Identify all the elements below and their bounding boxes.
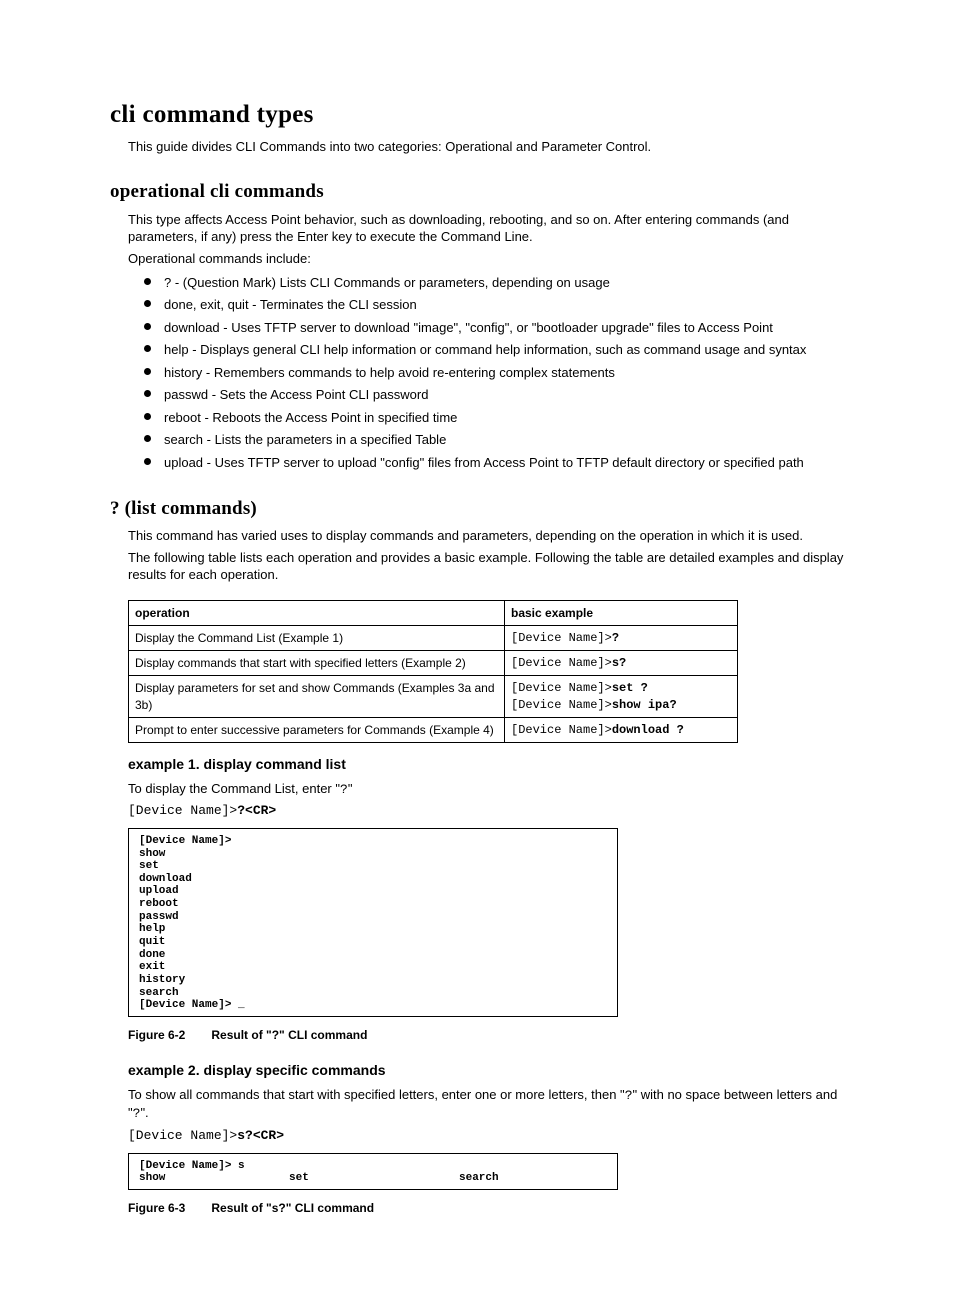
example2-terminal: [Device Name]> s show set search	[128, 1153, 618, 1190]
example2-terminal-row: show set search	[139, 1172, 607, 1185]
intro-paragraph: This guide divides CLI Commands into two…	[128, 138, 844, 156]
example2-terminal-line1: [Device Name]> s	[139, 1160, 607, 1173]
list-item: history - Remembers commands to help avo…	[144, 364, 844, 382]
table-header-operation: operation	[129, 600, 505, 625]
operational-list: ? - (Question Mark) Lists CLI Commands o…	[128, 274, 844, 472]
table-row: Display the Command List (Example 1) [De…	[129, 625, 738, 650]
example2-p1: To show all commands that start with spe…	[128, 1086, 844, 1123]
list-item: help - Displays general CLI help informa…	[144, 341, 844, 359]
table-cell-operation: Display parameters for set and show Comm…	[129, 676, 505, 717]
list-item: done, exit, quit - Terminates the CLI se…	[144, 296, 844, 314]
operational-p1: This type affects Access Point behavior,…	[128, 211, 844, 246]
example1-terminal: [Device Name]> show set download upload …	[128, 828, 618, 1017]
list-item: reboot - Reboots the Access Point in spe…	[144, 409, 844, 427]
list-item: search - Lists the parameters in a speci…	[144, 431, 844, 449]
operations-table: operation basic example Display the Comm…	[128, 600, 738, 743]
section-list-body: This command has varied uses to display …	[110, 527, 844, 1216]
section-list-commands-heading: ? (list commands)	[110, 496, 844, 522]
table-row: Display commands that start with specifi…	[129, 651, 738, 676]
operational-p2: Operational commands include:	[128, 250, 844, 268]
section-operational-heading: operational cli commands	[110, 179, 844, 205]
table-header-example: basic example	[505, 600, 738, 625]
table-cell-example: [Device Name]>set ? [Device Name]>show i…	[505, 676, 738, 717]
list-item: download - Uses TFTP server to download …	[144, 319, 844, 337]
figure-6-3-caption: Figure 6-3Result of "s?" CLI command	[128, 1200, 844, 1216]
list-commands-p2: The following table lists each operation…	[128, 549, 844, 584]
example2-heading: example 2. display specific commands	[128, 1061, 844, 1080]
list-item: upload - Uses TFTP server to upload "con…	[144, 454, 844, 472]
table-cell-example: [Device Name]>?	[505, 625, 738, 650]
table-cell-example: [Device Name]>s?	[505, 651, 738, 676]
example1-prompt: [Device Name]>?<CR>	[128, 802, 844, 820]
figure-6-2-caption: Figure 6-2Result of "?" CLI command	[128, 1027, 844, 1043]
table-row: Prompt to enter successive parameters fo…	[129, 717, 738, 742]
intro-block: This guide divides CLI Commands into two…	[110, 138, 844, 156]
table-cell-operation: Display commands that start with specifi…	[129, 651, 505, 676]
list-item: ? - (Question Mark) Lists CLI Commands o…	[144, 274, 844, 292]
table-cell-operation: Prompt to enter successive parameters fo…	[129, 717, 505, 742]
example2-prompt: [Device Name]>s?<CR>	[128, 1127, 844, 1145]
page-title: cli command types	[110, 98, 844, 132]
table-cell-operation: Display the Command List (Example 1)	[129, 625, 505, 650]
table-cell-example: [Device Name]>download ?	[505, 717, 738, 742]
example1-heading: example 1. display command list	[128, 755, 844, 774]
section-operational-body: This type affects Access Point behavior,…	[110, 211, 844, 472]
page: cli command types This guide divides CLI…	[0, 0, 954, 1294]
list-item: passwd - Sets the Access Point CLI passw…	[144, 386, 844, 404]
table-row: Display parameters for set and show Comm…	[129, 676, 738, 717]
example1-p1: To display the Command List, enter "?"	[128, 780, 844, 799]
list-commands-p1: This command has varied uses to display …	[128, 527, 844, 545]
